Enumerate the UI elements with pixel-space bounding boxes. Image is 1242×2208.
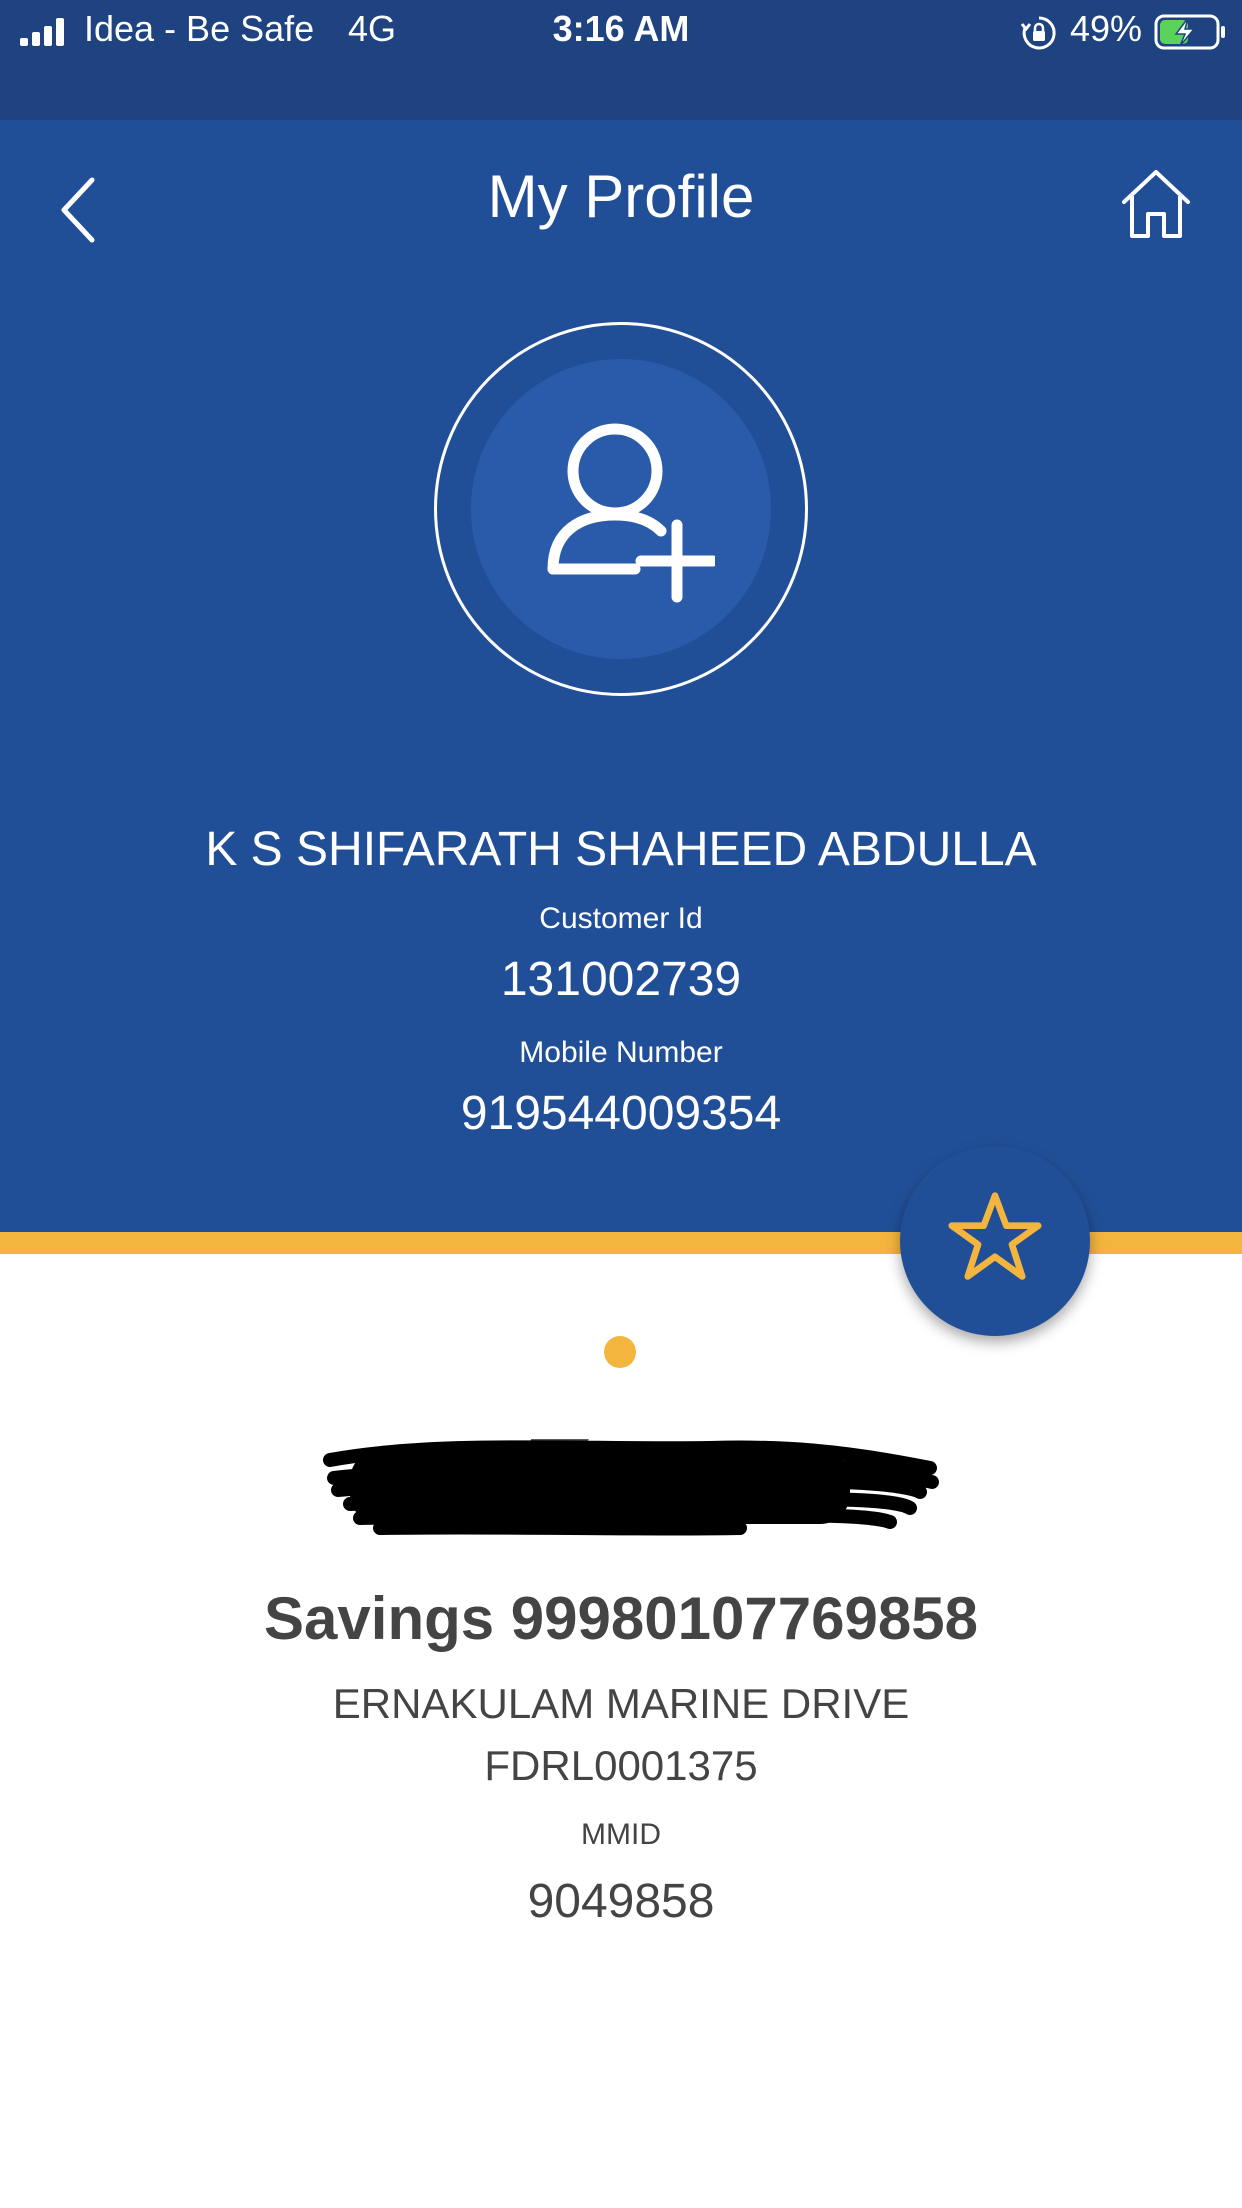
- redaction-scribble: [323, 1440, 939, 1536]
- profile-avatar-button[interactable]: [434, 322, 808, 696]
- star-icon: [948, 1192, 1042, 1280]
- favorite-button[interactable]: [900, 1146, 1090, 1336]
- account-title: Savings 99980107769858: [264, 1585, 978, 1652]
- account-balance: ₹ 10: [320, 1420, 940, 1540]
- battery-percent: 49%: [1070, 8, 1143, 49]
- customer-id-label: Customer Id: [539, 902, 703, 935]
- battery-charging-icon: [1154, 14, 1225, 50]
- page-indicator-dot[interactable]: [604, 1336, 636, 1368]
- mmid-value: 9049858: [527, 1875, 715, 1928]
- home-button[interactable]: [1118, 166, 1194, 242]
- avatar: [471, 359, 771, 659]
- status-bar: Idea - Be Safe 4G 3:16 AM 49%: [0, 0, 1242, 120]
- page-title: My Profile: [487, 163, 755, 230]
- branch-name: ERNAKULAM MARINE DRIVE: [332, 1680, 910, 1727]
- ifsc-code: FDRL0001375: [484, 1742, 758, 1789]
- add-user-icon: [547, 423, 715, 603]
- orientation-lock-icon: [1020, 16, 1056, 50]
- profile-panel: My Profile K S SHIFARATH SHAHEED ABDULLA…: [0, 120, 1242, 1232]
- profile-name: K S SHIFARATH SHAHEED ABDULLA: [205, 823, 1037, 876]
- home-icon: [1122, 170, 1190, 238]
- mobile-number-value: 919544009354: [460, 1087, 782, 1140]
- mobile-number-label: Mobile Number: [519, 1036, 723, 1069]
- mmid-label: MMID: [581, 1818, 661, 1851]
- customer-id-value: 131002739: [500, 953, 742, 1006]
